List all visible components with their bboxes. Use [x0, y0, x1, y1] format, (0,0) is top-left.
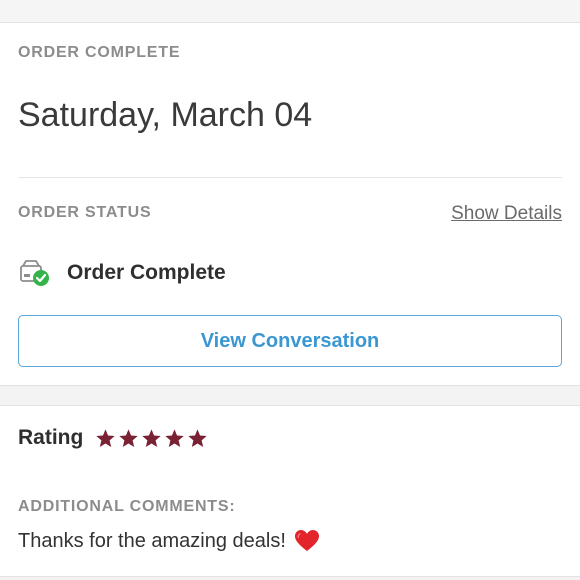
order-status-heading: ORDER STATUS: [18, 204, 152, 221]
rating-row: Rating: [18, 424, 208, 452]
additional-comments-heading: ADDITIONAL COMMENTS:: [18, 498, 236, 515]
star-icon: [142, 428, 162, 447]
rating-label: Rating: [18, 426, 84, 449]
order-date: Saturday, March 04: [18, 96, 313, 134]
previous-section-strip: [0, 0, 580, 23]
section-divider: [18, 177, 562, 178]
heart-icon: [294, 530, 319, 551]
star-icon: [188, 428, 208, 447]
star-icon: [96, 428, 116, 447]
rating-card: Rating ADDITIONAL COMMENTS: Thanks for t…: [0, 405, 580, 577]
star-icon: [119, 428, 139, 447]
show-details-link[interactable]: Show Details: [451, 203, 562, 225]
comment-text: Thanks for the amazing deals!: [18, 529, 286, 552]
order-status-text: Order Complete: [67, 261, 226, 284]
view-conversation-button[interactable]: View Conversation: [18, 315, 562, 367]
star-icon: [165, 428, 185, 447]
order-complete-heading: ORDER COMPLETE: [18, 44, 181, 61]
package-check-icon: [20, 260, 49, 286]
rating-stars: [95, 428, 208, 449]
comment-row: Thanks for the amazing deals!: [18, 529, 320, 553]
order-status-row: Order Complete: [18, 257, 226, 289]
order-card: ORDER COMPLETE Saturday, March 04 ORDER …: [0, 22, 580, 386]
